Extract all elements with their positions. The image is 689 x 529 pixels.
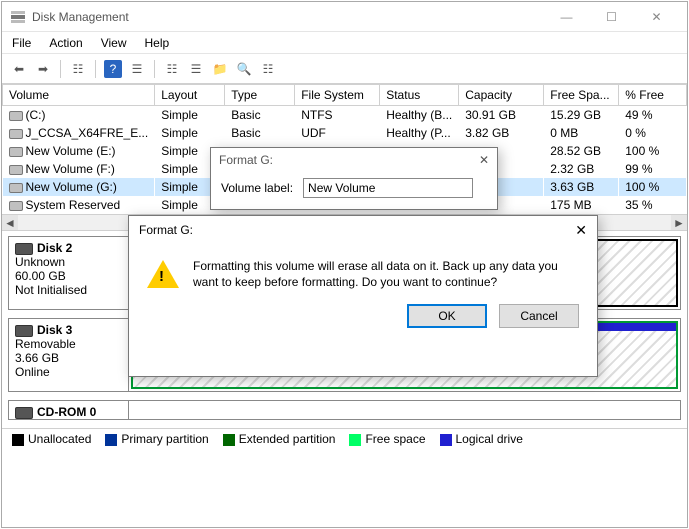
cdrom-icon <box>15 407 33 419</box>
legend-item: Primary partition <box>105 432 208 446</box>
drive-icon <box>9 129 23 139</box>
col-free[interactable]: Free Spa... <box>544 85 619 106</box>
col-filesystem[interactable]: File System <box>295 85 380 106</box>
scroll-right-icon[interactable]: ► <box>671 215 687 231</box>
col-pctfree[interactable]: % Free <box>619 85 687 106</box>
col-layout[interactable]: Layout <box>155 85 225 106</box>
col-type[interactable]: Type <box>225 85 295 106</box>
refresh-icon[interactable]: ☷ <box>163 60 181 78</box>
format-confirm-dialog: Format G: ✕ Formatting this volume will … <box>128 215 598 377</box>
properties-icon[interactable]: ☰ <box>128 60 146 78</box>
col-status[interactable]: Status <box>380 85 459 106</box>
legend-item: Logical drive <box>440 432 523 446</box>
disk-size: 3.66 GB <box>15 351 59 365</box>
maximize-button[interactable]: ☐ <box>589 3 634 31</box>
drive-icon <box>9 201 23 211</box>
disk-info: CD-ROM 0 <box>9 401 129 419</box>
dialog-message: Formatting this volume will erase all da… <box>193 258 579 290</box>
disk-kind: Unknown <box>15 255 65 269</box>
legend-swatch <box>349 434 361 446</box>
volume-row[interactable]: J_CCSA_X64FRE_E...SimpleBasicUDFHealthy … <box>3 124 687 142</box>
menu-action[interactable]: Action <box>49 36 82 50</box>
close-icon[interactable]: ✕ <box>575 222 587 239</box>
menubar: File Action View Help <box>2 32 687 54</box>
divider <box>60 60 61 78</box>
disk-info: Disk 3 Removable 3.66 GB Online <box>9 319 129 391</box>
settings-icon[interactable]: ☷ <box>259 60 277 78</box>
disk-name: Disk 3 <box>37 323 72 337</box>
disk-state: Online <box>15 365 50 379</box>
legend-item: Unallocated <box>12 432 91 446</box>
dialog-title: Format G: <box>139 223 193 237</box>
forward-icon[interactable]: ➡ <box>34 60 52 78</box>
legend-swatch <box>12 434 24 446</box>
explore-icon[interactable]: 🔍 <box>235 60 253 78</box>
legend-swatch <box>105 434 117 446</box>
help-icon[interactable]: ? <box>104 60 122 78</box>
menu-file[interactable]: File <box>12 36 31 50</box>
drive-icon <box>9 183 23 193</box>
disk-icon <box>15 325 33 337</box>
disk-name: Disk 2 <box>37 241 72 255</box>
ok-button[interactable]: OK <box>407 304 487 328</box>
legend-swatch <box>440 434 452 446</box>
scroll-left-icon[interactable]: ◄ <box>2 215 18 231</box>
app-icon <box>10 9 26 25</box>
disk-size: 60.00 GB <box>15 269 66 283</box>
disk-icon <box>15 243 33 255</box>
open-icon[interactable]: 📁 <box>211 60 229 78</box>
legend: Unallocated Primary partition Extended par… <box>2 429 687 449</box>
close-button[interactable]: ✕ <box>634 3 679 31</box>
legend-item: Free space <box>349 432 425 446</box>
show-hide-icon[interactable]: ☷ <box>69 60 87 78</box>
window-title: Disk Management <box>32 10 544 24</box>
volume-label-text: Volume label: <box>221 181 293 195</box>
divider <box>154 60 155 78</box>
drive-icon <box>9 147 23 157</box>
dialog-title: Format G: <box>219 153 273 167</box>
col-volume[interactable]: Volume <box>3 85 155 106</box>
legend-swatch <box>223 434 235 446</box>
legend-item: Extended partition <box>223 432 336 446</box>
close-icon[interactable]: ✕ <box>479 153 489 167</box>
drive-icon <box>9 111 23 121</box>
menu-help[interactable]: Help <box>145 36 170 50</box>
cancel-button[interactable]: Cancel <box>499 304 579 328</box>
toolbar: ⬅ ➡ ☷ ? ☰ ☷ ☰ 📁 🔍 ☷ <box>2 54 687 84</box>
col-capacity[interactable]: Capacity <box>459 85 544 106</box>
rescan-icon[interactable]: ☰ <box>187 60 205 78</box>
menu-view[interactable]: View <box>101 36 127 50</box>
volume-label-input[interactable] <box>303 178 473 198</box>
disk-state: Not Initialised <box>15 283 87 297</box>
disk-name: CD-ROM 0 <box>37 405 96 419</box>
warning-icon <box>147 260 179 288</box>
disk-info: Disk 2 Unknown 60.00 GB Not Initialised <box>9 237 129 309</box>
back-icon[interactable]: ⬅ <box>10 60 28 78</box>
disk-row[interactable]: CD-ROM 0 <box>8 400 681 420</box>
minimize-button[interactable]: — <box>544 3 589 31</box>
format-dialog-label: Format G: ✕ Volume label: <box>210 147 498 210</box>
divider <box>95 60 96 78</box>
drive-icon <box>9 165 23 175</box>
disk-kind: Removable <box>15 337 76 351</box>
titlebar[interactable]: Disk Management — ☐ ✕ <box>2 2 687 32</box>
volume-row[interactable]: (C:)SimpleBasicNTFSHealthy (B...30.91 GB… <box>3 106 687 125</box>
